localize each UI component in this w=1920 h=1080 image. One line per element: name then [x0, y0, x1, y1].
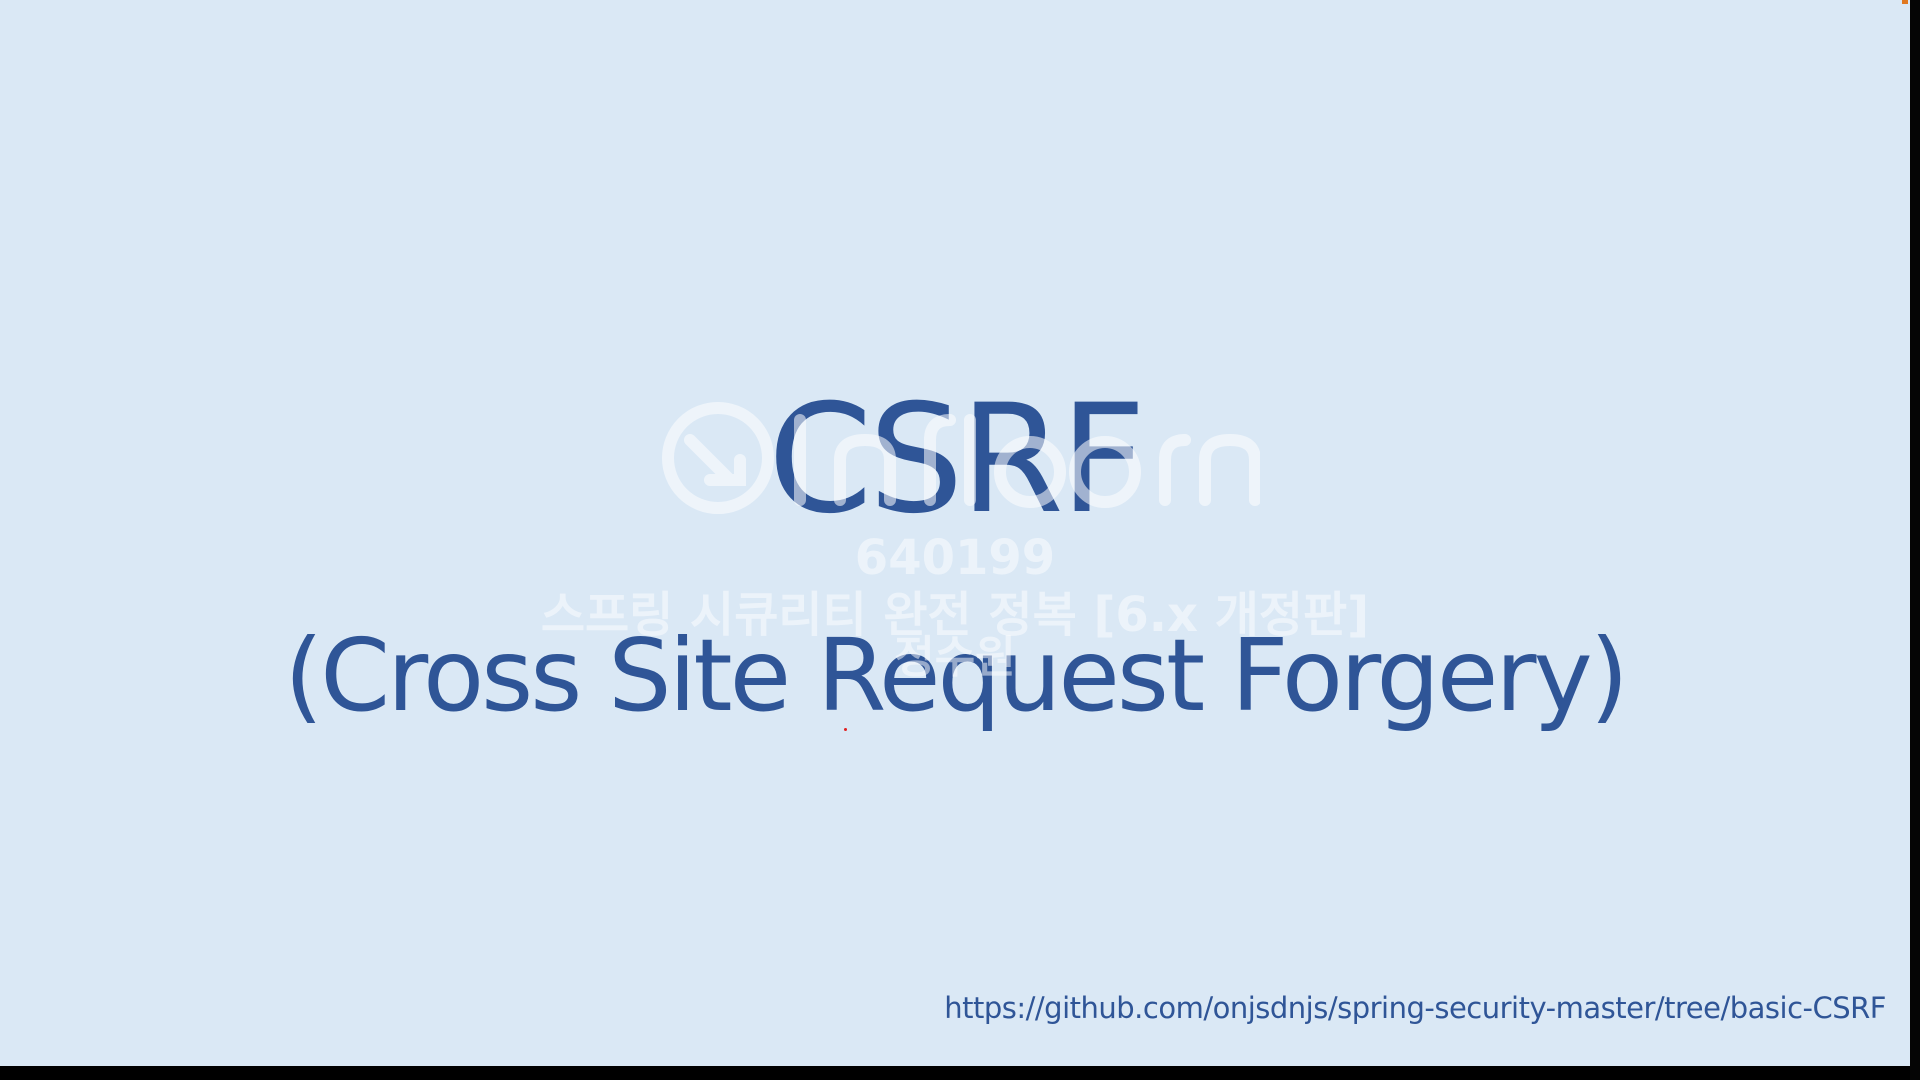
right-edge-strip — [1910, 0, 1920, 1080]
github-url: https://github.com/onjsdnjs/spring-secur… — [944, 991, 1886, 1025]
presentation-slide: CSRF (Cross Site Request Forgery) https:… — [0, 0, 1910, 1066]
slide-title: CSRF — [767, 373, 1146, 547]
corner-indicator — [1902, 0, 1908, 4]
slide-subtitle: (Cross Site Request Forgery) — [284, 617, 1629, 734]
video-frame: CSRF (Cross Site Request Forgery) https:… — [0, 0, 1920, 1080]
laser-pointer-dot — [844, 728, 847, 731]
